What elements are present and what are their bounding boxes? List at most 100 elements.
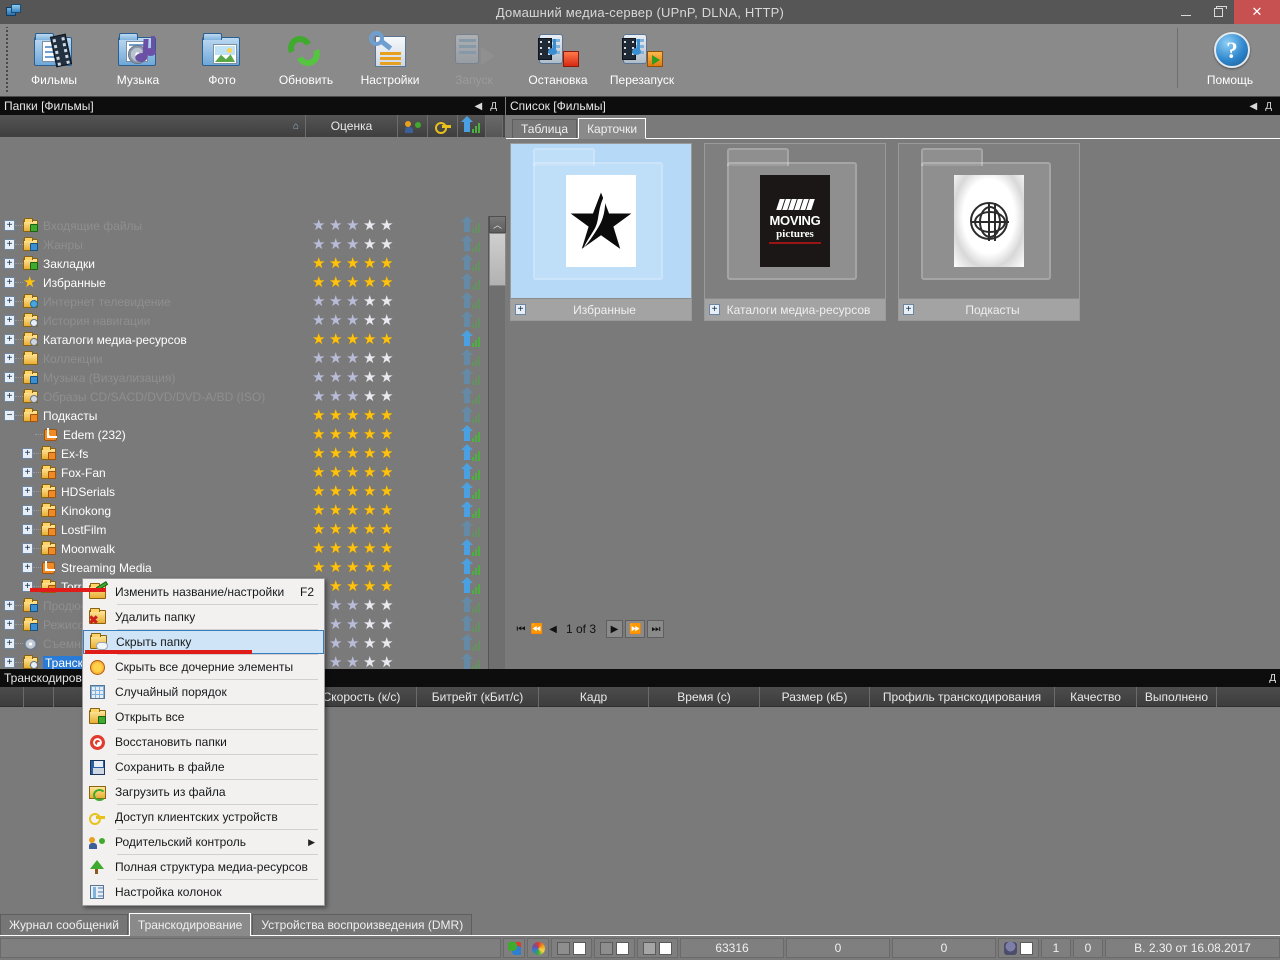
minimize-button[interactable] [1170, 0, 1202, 24]
tree-row[interactable]: +Жанры★★★★★ [0, 235, 488, 254]
rating-stars[interactable]: ★★★★★ [312, 542, 398, 556]
tab-cards[interactable]: Карточки [578, 118, 646, 139]
rating-stars[interactable]: ★★★★★ [312, 447, 398, 461]
toolbar-button-music[interactable]: Музыка [96, 24, 180, 94]
expand-icon[interactable]: + [4, 657, 15, 668]
toolbar-button-refresh[interactable]: Обновить [264, 24, 348, 94]
collapse-icon[interactable]: ◀ [1250, 101, 1258, 112]
context-menu-item[interactable]: Восстановить папки [83, 730, 324, 754]
tree-row[interactable]: Edem (232)★★★★★ [0, 425, 488, 444]
tree-row[interactable]: +HDSerials★★★★★ [0, 482, 488, 501]
expand-icon[interactable]: + [22, 543, 33, 554]
toolbar-button-settings[interactable]: Настройки [348, 24, 432, 94]
rating-stars[interactable]: ★★★★★ [312, 238, 398, 252]
tree-row[interactable]: +Образы CD/SACD/DVD/DVD-A/BD (ISO)★★★★★ [0, 387, 488, 406]
expand-icon[interactable]: + [22, 562, 33, 573]
expand-icon[interactable]: + [22, 448, 33, 459]
upload-arrow-icon[interactable] [463, 504, 481, 518]
tree-vertical-scrollbar[interactable]: ︿ ﹀ [488, 216, 505, 741]
rating-stars[interactable]: ★★★★★ [312, 466, 398, 480]
folder-context-menu[interactable]: Изменить название/настройкиF2✖Удалить па… [82, 578, 325, 906]
context-menu-item[interactable]: ✖Удалить папку [83, 605, 324, 629]
toolbar-button-movies[interactable]: Фильмы [12, 24, 96, 94]
transcoding-column-header[interactable]: Кадр [539, 687, 649, 707]
rating-stars[interactable]: ★★★★★ [312, 504, 398, 518]
expand-icon[interactable]: + [22, 486, 33, 497]
rating-stars[interactable]: ★★★★★ [312, 390, 398, 404]
rating-stars[interactable]: ★★★★★ [312, 257, 398, 271]
toolbar-button-photo[interactable]: Фото [180, 24, 264, 94]
tree-row[interactable]: +★Избранные★★★★★ [0, 273, 488, 292]
transcoding-column-header[interactable]: Битрейт (кБит/с) [417, 687, 539, 707]
upload-arrow-icon[interactable] [463, 485, 481, 499]
context-menu-item[interactable]: Случайный порядок [83, 680, 324, 704]
context-menu-item[interactable]: Полная структура медиа-ресурсов [83, 855, 324, 879]
upload-arrow-icon[interactable] [463, 371, 481, 385]
scrollbar-thumb[interactable] [489, 233, 506, 286]
context-menu-item[interactable]: Загрузить из файла [83, 780, 324, 804]
context-menu-item[interactable]: Скрыть все дочерние элементы [83, 655, 324, 679]
upload-arrow-icon[interactable] [463, 599, 481, 613]
toolbar-button-restart[interactable]: Перезапуск [600, 24, 684, 94]
expand-icon[interactable]: + [22, 524, 33, 535]
upload-arrow-icon[interactable] [463, 580, 481, 594]
prev-page-button[interactable]: ⏪ [530, 620, 544, 638]
expand-icon[interactable]: + [4, 258, 15, 269]
maximize-button[interactable] [1202, 0, 1234, 24]
expand-icon[interactable]: + [4, 638, 15, 649]
toggle-pair-1[interactable] [551, 938, 592, 958]
puzzle-icon[interactable] [503, 938, 525, 958]
tree-row[interactable]: +Интернет телевидение★★★★★ [0, 292, 488, 311]
context-menu-item[interactable]: Родительский контроль▶ [83, 830, 324, 854]
tree-row[interactable]: +Коллекции★★★★★ [0, 349, 488, 368]
upload-arrow-icon[interactable] [463, 314, 481, 328]
toggle-pair-3[interactable] [637, 938, 678, 958]
first-page-button[interactable]: ⏮ [514, 620, 528, 638]
tree-row[interactable]: −Подкасты★★★★★ [0, 406, 488, 425]
expand-icon[interactable]: + [4, 334, 15, 345]
toggle-pair-2[interactable] [594, 938, 635, 958]
tree-row[interactable]: +Fox-Fan★★★★★ [0, 463, 488, 482]
tree-row[interactable]: +Moonwalk★★★★★ [0, 539, 488, 558]
tree-row[interactable]: +Streaming Media★★★★★ [0, 558, 488, 577]
transcoding-column-header[interactable]: Размер (кБ) [760, 687, 870, 707]
rating-stars[interactable]: ★★★★★ [312, 333, 398, 347]
expand-icon[interactable]: + [4, 315, 15, 326]
tab-dmr-devices[interactable]: Устройства воспроизведения (DMR) [252, 914, 472, 935]
expand-icon[interactable]: + [4, 391, 15, 402]
upload-arrow-icon[interactable] [463, 276, 481, 290]
context-menu-item[interactable]: Изменить название/настройкиF2 [83, 580, 324, 604]
transcoding-column-header[interactable]: Качество [1055, 687, 1137, 707]
last-page-button[interactable]: ⏭ [647, 620, 664, 638]
expand-icon[interactable]: + [4, 619, 15, 630]
rating-stars[interactable]: ★★★★★ [312, 314, 398, 328]
scroll-up-button[interactable]: ︿ [489, 216, 506, 233]
context-menu-item[interactable]: Настройка колонок [83, 880, 324, 904]
card-item[interactable]: + Избранные [510, 143, 692, 321]
rating-stars[interactable]: ★★★★★ [312, 561, 398, 575]
card-expander[interactable]: + [709, 304, 720, 315]
expand-icon[interactable]: + [22, 505, 33, 516]
rating-stars[interactable]: ★★★★★ [312, 295, 398, 309]
upload-arrow-icon[interactable] [463, 352, 481, 366]
upload-arrow-icon[interactable] [463, 523, 481, 537]
column-header-key[interactable] [428, 115, 458, 137]
expand-icon[interactable]: + [22, 467, 33, 478]
tree-row[interactable]: +Закладки★★★★★ [0, 254, 488, 273]
device-icon[interactable] [998, 938, 1039, 958]
rating-stars[interactable]: ★★★★★ [312, 276, 398, 290]
card-expander[interactable]: + [903, 304, 914, 315]
column-header-rating[interactable]: Оценка [306, 115, 398, 137]
toolbar-button-help[interactable]: ? Помощь [1188, 24, 1272, 94]
next-page-button[interactable]: ⏩ [625, 620, 645, 638]
rating-stars[interactable]: ★★★★★ [312, 219, 398, 233]
pin-icon[interactable]: Д [1265, 101, 1272, 112]
upload-arrow-icon[interactable] [463, 333, 481, 347]
prev-item-button[interactable]: ◀ [546, 620, 560, 638]
upload-arrow-icon[interactable] [463, 561, 481, 575]
upload-arrow-icon[interactable] [463, 466, 481, 480]
card-item[interactable]: MOVING pictures + Каталоги медиа-ресурсо… [704, 143, 886, 321]
card-expander[interactable]: + [515, 304, 526, 315]
toolbar-grip[interactable] [3, 27, 11, 93]
upload-arrow-icon[interactable] [463, 390, 481, 404]
